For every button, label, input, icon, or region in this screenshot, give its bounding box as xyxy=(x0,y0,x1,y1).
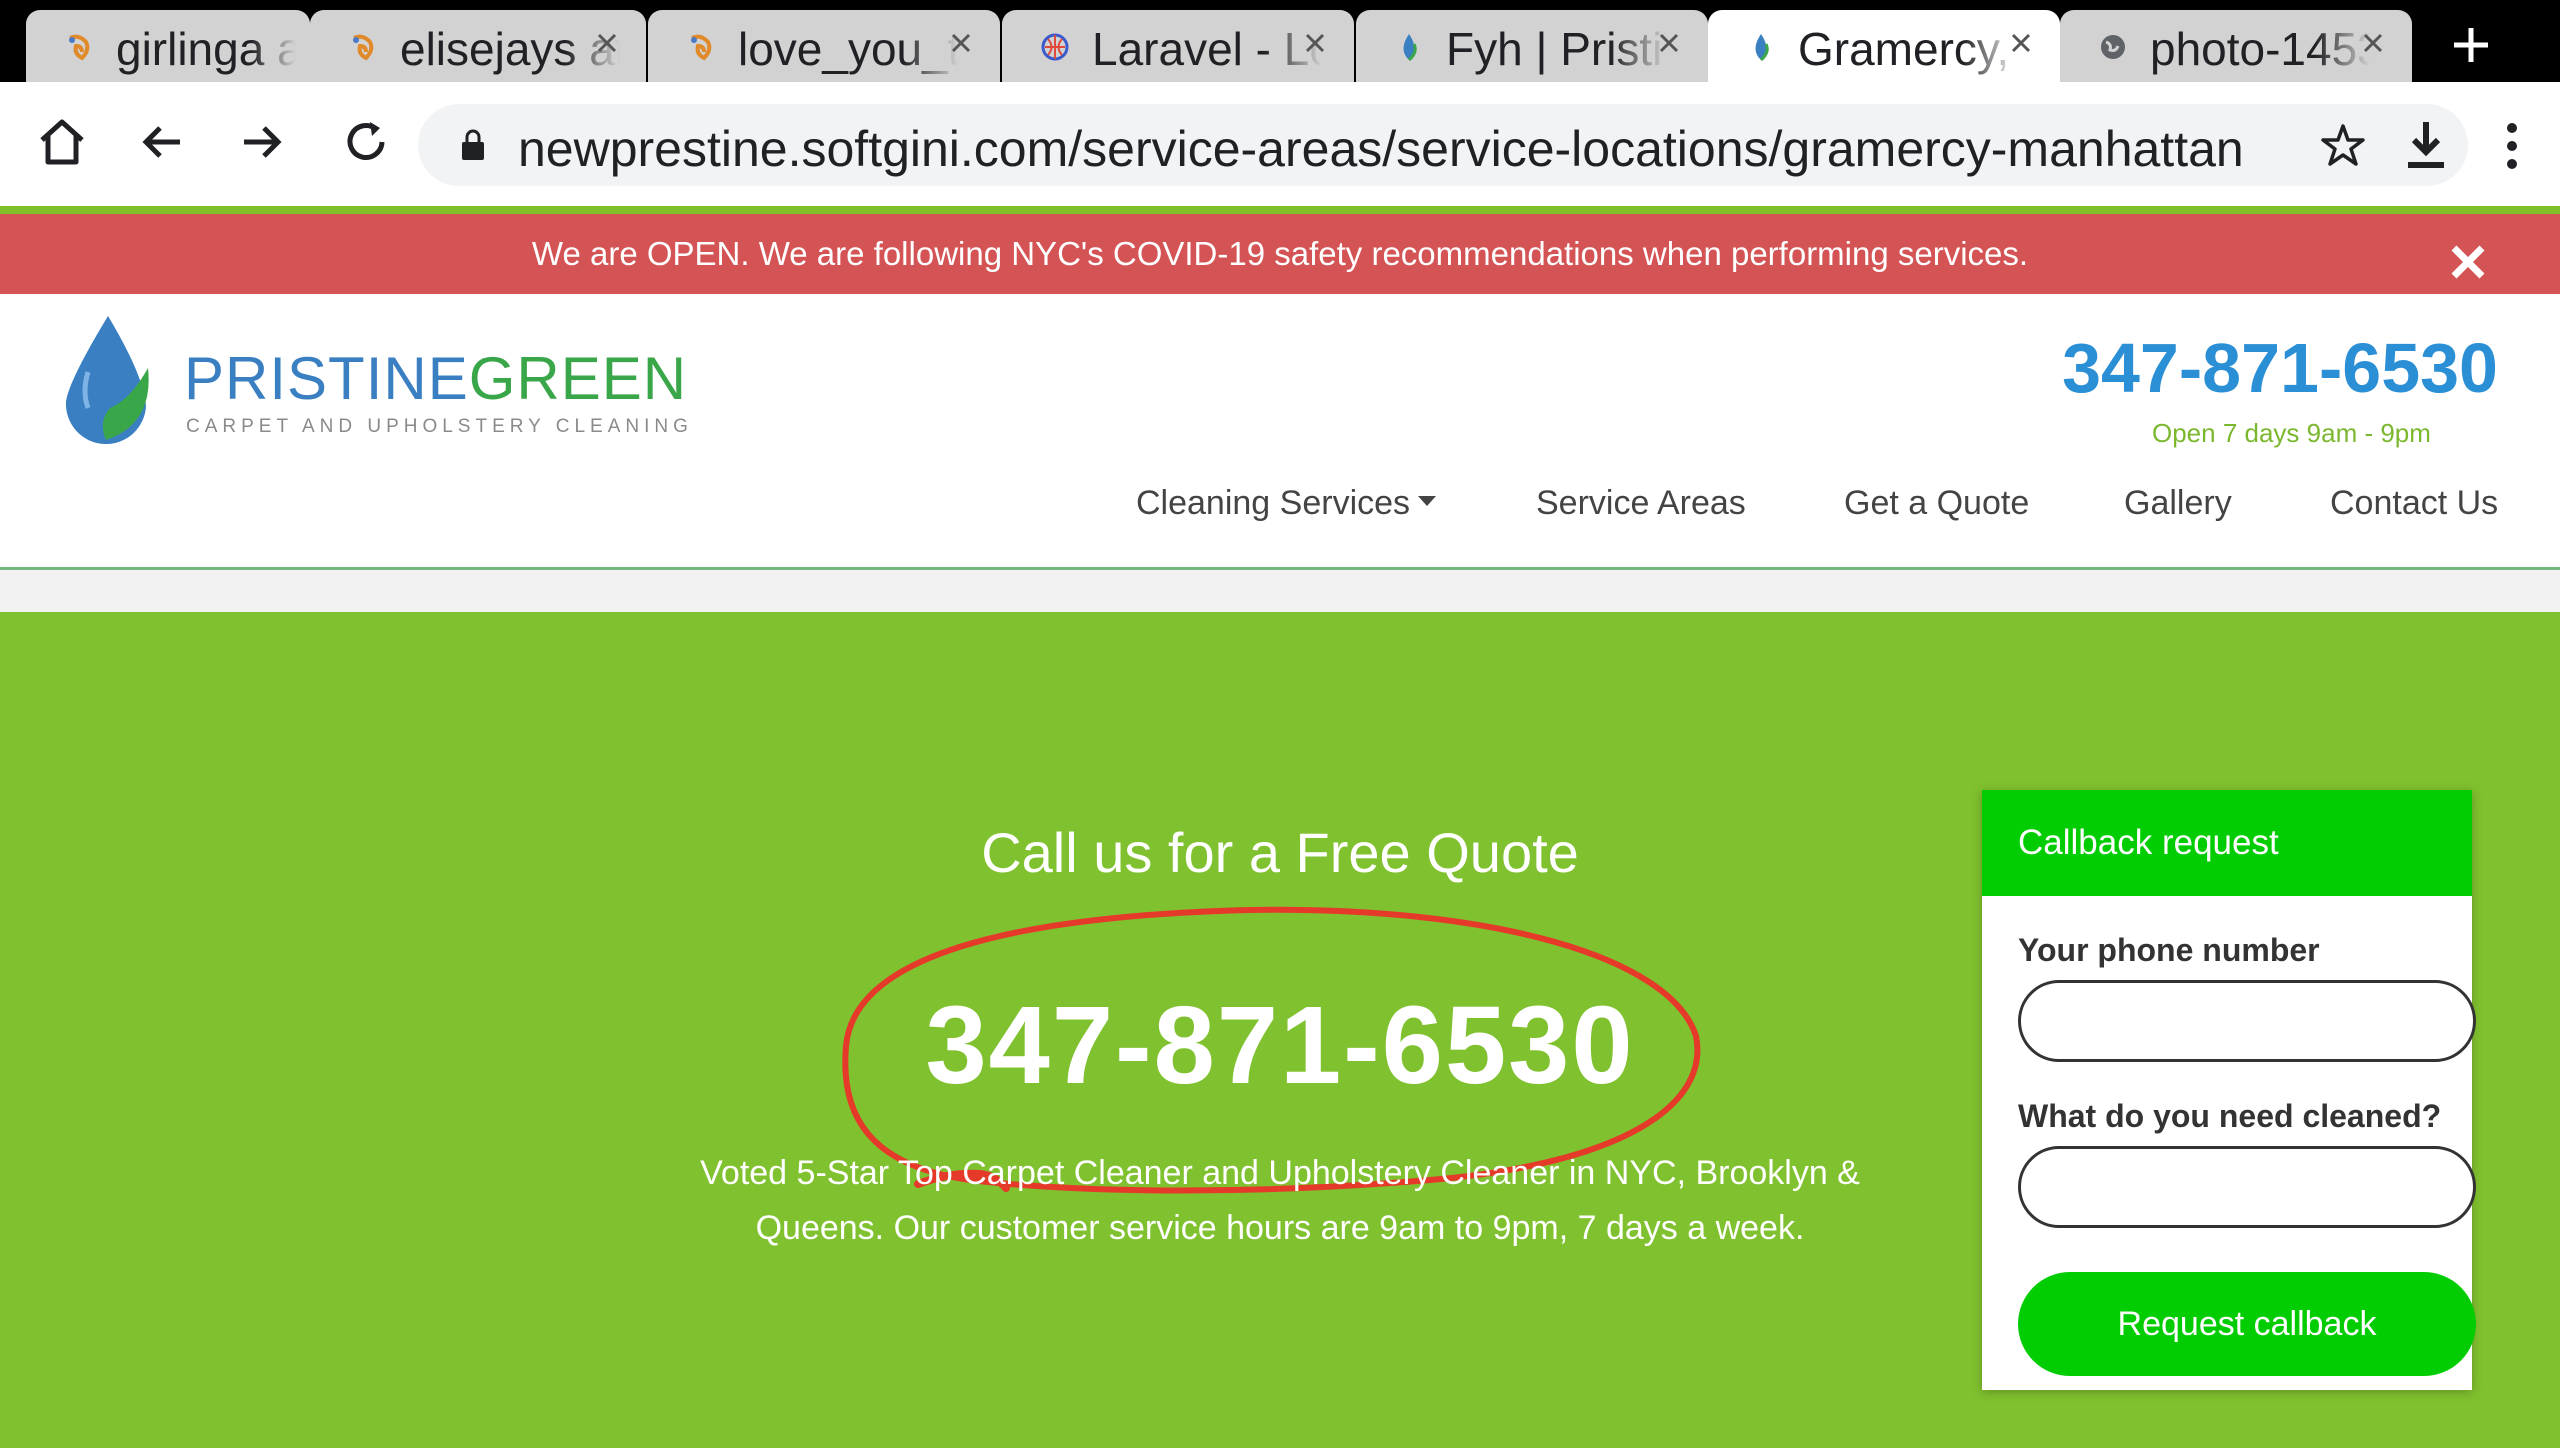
site-favicon-icon xyxy=(353,34,374,61)
covid-banner: We are OPEN. We are following NYC's COVI… xyxy=(0,214,2560,294)
browser-tab[interactable]: elisejays at xyxy=(310,10,646,82)
tab-title: photo-1453 xyxy=(2150,23,2370,75)
site-favicon-icon xyxy=(691,34,712,61)
hero-description: Voted 5-Star Top Carpet Cleaner and Upho… xyxy=(700,1154,1860,1247)
tab-title: Laravel - Lo xyxy=(1092,23,1322,75)
web-page: We are OPEN. We are following NYC's COVI… xyxy=(0,206,2560,1448)
close-banner-icon[interactable] xyxy=(2446,240,2490,284)
tab-title: love_you_to xyxy=(738,23,958,75)
main-nav: Cleaning Services Service Areas Get a Qu… xyxy=(0,484,2560,544)
reload-icon[interactable] xyxy=(336,112,396,172)
droplet-leaf-logo-icon xyxy=(65,316,149,444)
nav-service-areas[interactable]: Service Areas xyxy=(1536,484,1746,523)
close-tab-icon[interactable] xyxy=(1652,26,1686,60)
logo-wordmark: PRISTINEGREEN xyxy=(184,344,687,413)
droplet-favicon-icon xyxy=(1403,34,1417,62)
nav-label: Cleaning Services xyxy=(1136,484,1411,522)
tab-title: Fyh | Pristine xyxy=(1446,23,1666,75)
globe-favicon-icon xyxy=(2101,35,2125,59)
home-icon[interactable] xyxy=(32,112,92,172)
header-divider-band xyxy=(0,570,2560,612)
lock-icon[interactable] xyxy=(460,128,486,162)
browser-tab-strip: girlinga at elisejays at love_you_to Lar… xyxy=(0,0,2560,82)
site-favicon-icon xyxy=(69,34,90,61)
phone-number-input[interactable] xyxy=(2018,980,2476,1062)
close-tab-icon[interactable] xyxy=(2004,26,2038,60)
close-tab-icon[interactable] xyxy=(2356,26,2390,60)
tab-title: girlinga at xyxy=(116,23,296,75)
more-menu-icon[interactable] xyxy=(2500,118,2524,174)
back-arrow-icon[interactable] xyxy=(132,112,192,172)
nav-contact-us[interactable]: Contact Us xyxy=(2330,484,2498,523)
clean-label: What do you need cleaned? xyxy=(2018,1098,2442,1134)
site-logo[interactable]: PRISTINEGREEN CARPET AND UPHOLSTERY CLEA… xyxy=(58,312,688,452)
close-tab-icon[interactable] xyxy=(944,26,978,60)
nav-gallery[interactable]: Gallery xyxy=(2124,484,2232,523)
phone-label: Your phone number xyxy=(2018,932,2320,968)
browser-tab[interactable]: Fyh | Pristine xyxy=(1356,10,1708,82)
close-tab-icon[interactable] xyxy=(590,26,624,60)
browser-tab-active[interactable]: Gramercy, M xyxy=(1708,10,2060,82)
address-bar[interactable]: newprestine.softgini.com/service-areas/s… xyxy=(418,104,2468,186)
widget-title: Callback request xyxy=(1982,790,2472,896)
nav-get-a-quote[interactable]: Get a Quote xyxy=(1844,484,2029,523)
logo-word-pristine: PRISTINE xyxy=(184,345,469,412)
request-callback-button[interactable]: Request callback xyxy=(2018,1272,2476,1376)
close-tab-icon[interactable] xyxy=(1298,26,1332,60)
top-accent-strip xyxy=(0,206,2560,214)
new-tab-icon[interactable] xyxy=(2446,20,2496,70)
covid-banner-text: We are OPEN. We are following NYC's COVI… xyxy=(531,235,2029,272)
tab-title: Gramercy, M xyxy=(1798,23,2018,75)
browser-toolbar: newprestine.softgini.com/service-areas/s… xyxy=(0,82,2560,206)
forward-arrow-icon[interactable] xyxy=(232,112,292,172)
tab-title: elisejays at xyxy=(400,23,620,75)
laravel-favicon-icon xyxy=(1041,33,1069,61)
logo-word-green: GREEN xyxy=(468,345,688,412)
logo-tagline: CARPET AND UPHOLSTERY CLEANING xyxy=(186,416,693,437)
nav-cleaning-services[interactable]: Cleaning Services xyxy=(1136,484,1437,523)
bookmark-star-icon[interactable] xyxy=(2318,120,2368,170)
download-icon[interactable] xyxy=(2402,118,2450,174)
url-text[interactable]: newprestine.softgini.com/service-areas/s… xyxy=(518,120,2298,178)
caret-down-icon xyxy=(1418,496,1437,507)
droplet-favicon-icon xyxy=(1755,34,1769,62)
callback-request-widget: Callback request Your phone number What … xyxy=(1982,790,2476,1390)
site-header: PRISTINEGREEN CARPET AND UPHOLSTERY CLEA… xyxy=(0,294,2560,570)
browser-tab[interactable]: love_you_to xyxy=(648,10,1000,82)
browser-tab[interactable]: girlinga at xyxy=(26,10,310,82)
header-hours: Open 7 days 9am - 9pm xyxy=(2152,418,2431,448)
browser-tab[interactable]: Laravel - Lo xyxy=(1002,10,1354,82)
header-phone-link[interactable]: 347-871-6530 xyxy=(2062,328,2498,408)
cleaning-item-input[interactable] xyxy=(2018,1146,2476,1228)
browser-tab[interactable]: photo-1453 xyxy=(2060,10,2412,82)
